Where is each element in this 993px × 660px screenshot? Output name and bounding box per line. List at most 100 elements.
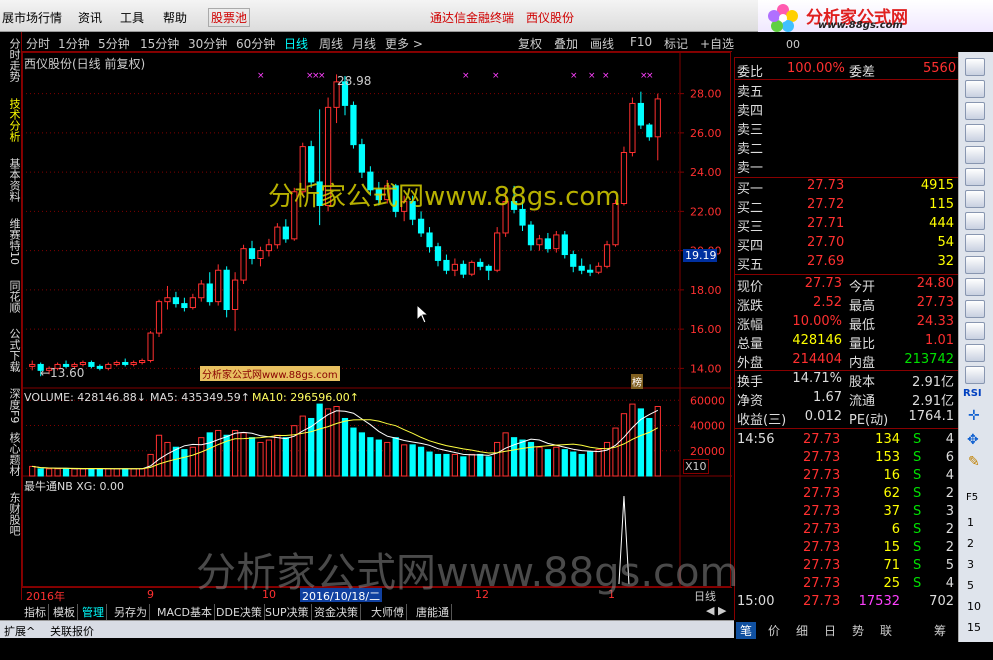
buy-level-price: 27.71 xyxy=(807,216,845,231)
tab-detail[interactable]: 细 xyxy=(796,622,808,639)
rsi-label[interactable]: RSI xyxy=(963,388,982,399)
crosshair-icon[interactable]: ✛ xyxy=(968,408,980,424)
event-marker: × xyxy=(318,71,326,81)
period-15min[interactable]: 15分钟 xyxy=(140,35,179,52)
menu-market[interactable]: 展市场行情 xyxy=(2,9,62,26)
tab-price[interactable]: 价 xyxy=(768,622,780,639)
stat-value: 1.67 xyxy=(813,390,842,405)
zoom-level-10[interactable]: 10 xyxy=(967,600,981,613)
grid-icon[interactable] xyxy=(965,146,985,164)
period-more[interactable]: 更多 > xyxy=(385,35,423,52)
overlay-button[interactable]: 叠加 xyxy=(554,35,578,52)
volume-bar xyxy=(443,453,450,477)
tab-core-themes[interactable]: 核心题材 xyxy=(2,432,21,476)
period-daily[interactable]: 日线 xyxy=(284,35,308,52)
tz-icon[interactable] xyxy=(965,366,985,384)
candle-body xyxy=(164,297,171,303)
volume-bar xyxy=(113,468,120,477)
volume-bar xyxy=(46,468,53,477)
fiz-icon[interactable] xyxy=(965,322,985,340)
tab-trend[interactable]: 势 xyxy=(852,622,864,639)
tab-ticks[interactable]: 笔 xyxy=(736,622,757,639)
tab-fund[interactable]: 资金决策 xyxy=(312,604,361,620)
menu-news[interactable]: 资讯 xyxy=(78,9,102,26)
tab-weisaite[interactable]: 维赛特10 xyxy=(2,218,21,265)
period-30min[interactable]: 30分钟 xyxy=(188,35,227,52)
tab-depth-f9[interactable]: 深度F9 xyxy=(2,388,21,423)
split-icon[interactable] xyxy=(965,212,985,230)
circle-icon[interactable] xyxy=(965,344,985,362)
tab-fundamentals[interactable]: 基本资料 xyxy=(2,158,21,202)
candle-body xyxy=(113,361,120,365)
price-tick-label: 14.00 xyxy=(690,362,722,375)
period-60min[interactable]: 60分钟 xyxy=(236,35,275,52)
period-5min[interactable]: 5分钟 xyxy=(98,35,130,52)
stat-label: 现价 xyxy=(737,280,764,295)
weibi-label: 委比 xyxy=(737,65,764,80)
grid-icon[interactable] xyxy=(965,124,985,142)
menu-tools[interactable]: 工具 xyxy=(120,9,144,26)
tick-price: 27.73 xyxy=(803,432,841,447)
book-icon[interactable] xyxy=(965,102,985,120)
tab-macd[interactable]: MACD基本 xyxy=(155,604,215,620)
candle-body xyxy=(130,361,137,365)
f5-label[interactable]: F5 xyxy=(966,492,978,503)
tick-volume: 71 xyxy=(883,558,900,573)
tab-indicator[interactable]: 指标 xyxy=(22,604,49,620)
expand-button[interactable]: 扩展^ xyxy=(4,623,35,639)
tab-linked[interactable]: 联 xyxy=(880,622,892,639)
tab-day[interactable]: 日 xyxy=(824,622,836,639)
pen-icon[interactable]: ✎ xyxy=(968,454,980,470)
close-time: 15:00 xyxy=(737,594,775,609)
tab-sup[interactable]: SUP决策 xyxy=(263,604,312,620)
kline-icon[interactable] xyxy=(965,190,985,208)
f10-icon[interactable] xyxy=(965,256,985,274)
zoom-level-30[interactable]: 30 xyxy=(967,642,981,655)
tab-intraday[interactable]: 分时走势 xyxy=(2,38,21,82)
restore-rights-button[interactable]: 复权 xyxy=(518,35,542,52)
stat-label: PE(动) xyxy=(849,413,889,428)
mark-button[interactable]: 标记 xyxy=(664,35,688,52)
tab-master[interactable]: 大师傅 xyxy=(369,604,407,620)
stat-label: 股本 xyxy=(849,375,876,390)
related-quotes-button[interactable]: 关联报价 xyxy=(50,623,94,639)
window-icon[interactable] xyxy=(965,234,985,252)
menu-stock-pool[interactable]: 股票池 xyxy=(208,8,251,27)
line-chart-icon[interactable] xyxy=(965,168,985,186)
stat-label: 最低 xyxy=(849,318,876,333)
menu-help[interactable]: 帮助 xyxy=(163,9,187,26)
tick-volume: 16 xyxy=(883,468,900,483)
zoom-level-3[interactable]: 3 xyxy=(967,558,974,571)
tab-chips[interactable]: 筹 xyxy=(934,622,946,639)
scroll-arrows[interactable]: ◀ ▶ xyxy=(706,604,726,617)
tab-eastmoney-forum[interactable]: 东财股吧 xyxy=(2,492,21,536)
home-icon[interactable] xyxy=(965,58,985,76)
candle-body xyxy=(544,238,552,250)
kline-chart[interactable]: 28.0026.0024.0022.0020.0018.0016.0014.00… xyxy=(22,52,732,587)
zoom-level-5[interactable]: 5 xyxy=(967,579,974,592)
tab-template[interactable]: 模板 xyxy=(51,604,78,620)
tab-tonghuashun[interactable]: 同花顺 xyxy=(2,280,21,313)
f10-button[interactable]: F10 xyxy=(630,35,652,49)
add-favorite-button[interactable]: +自选 xyxy=(700,35,734,52)
list-icon[interactable] xyxy=(965,278,985,296)
tab-manage[interactable]: 管理 xyxy=(80,604,107,620)
price-tick-label: 22.00 xyxy=(690,205,722,218)
menu-bar: 展市场行情 资讯 工具 帮助 股票池 通达信金融终端 西仪股份 行情 分析家公式… xyxy=(0,0,993,32)
zoom-level-2[interactable]: 2 xyxy=(967,537,974,550)
move-icon[interactable]: ✥ xyxy=(967,432,979,448)
tab-dde[interactable]: DDE决策 xyxy=(214,604,265,620)
draw-line-button[interactable]: 画线 xyxy=(590,35,614,52)
tab-technical[interactable]: 技术分析 xyxy=(2,98,21,142)
period-monthly[interactable]: 月线 xyxy=(352,35,376,52)
chart-icon[interactable] xyxy=(965,80,985,98)
zoom-level-1[interactable]: 1 xyxy=(967,516,974,529)
period-1min[interactable]: 1分钟 xyxy=(58,35,90,52)
period-weekly[interactable]: 周线 xyxy=(319,35,343,52)
f-icon[interactable] xyxy=(965,300,985,318)
period-intraday[interactable]: 分时 xyxy=(26,35,50,52)
tab-tangnengtong[interactable]: 唐能通 xyxy=(414,604,452,620)
zoom-level-15[interactable]: 15 xyxy=(967,621,981,634)
tab-formula-download[interactable]: 公式下载 xyxy=(2,328,21,372)
tab-save-as[interactable]: 另存为 xyxy=(112,604,150,620)
